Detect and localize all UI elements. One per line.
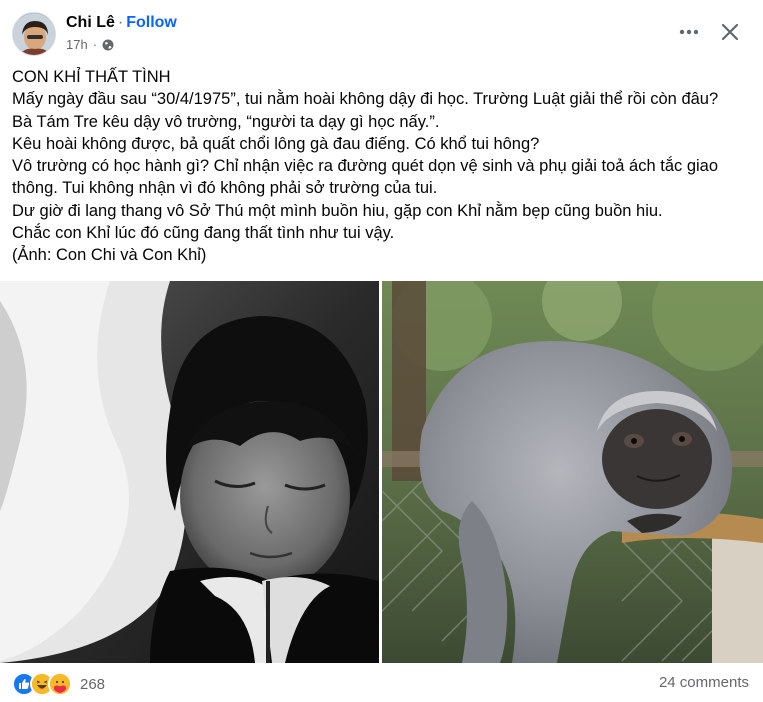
- author-row: Chi Lê · Follow: [66, 13, 177, 33]
- woman-sleeping-image: [0, 281, 379, 663]
- post-title: CON KHỈ THẤT TÌNH: [12, 68, 171, 86]
- post-line: Kêu hoài không được, bả quất chổi lông g…: [12, 134, 540, 153]
- monkey-image: [382, 281, 763, 663]
- more-options-button[interactable]: [676, 20, 702, 44]
- avatar[interactable]: [12, 12, 56, 56]
- comments-count[interactable]: 24 comments: [659, 674, 749, 691]
- globe-icon[interactable]: [102, 39, 114, 51]
- follow-button[interactable]: Follow: [126, 14, 177, 31]
- photo-caption: (Ảnh: Con Chi và Con Khỉ): [12, 246, 207, 265]
- post-line: Dư giờ đi lang thang vô Sở Thú một mình …: [12, 201, 663, 220]
- post-line: Chắc con Khỉ lúc đó cũng đang thất tình …: [12, 224, 395, 243]
- post-line: Mấy ngày đầu sau “30/4/1975”, tui nằm ho…: [12, 90, 719, 109]
- more-horizontal-icon: [679, 29, 699, 35]
- close-icon: [721, 23, 739, 41]
- author-name[interactable]: Chi Lê: [66, 14, 115, 31]
- post-text: CON KHỈ THẤT TÌNH Mấy ngày đầu sau “30/4…: [12, 66, 757, 267]
- post-line: Bà Tám Tre kêu dậy vô trường, “người ta …: [12, 112, 440, 131]
- care-icon: [48, 672, 72, 696]
- facebook-post: Chi Lê · Follow 17h · CON KHỈ THẤT TÌNH Mấ…: [0, 0, 763, 702]
- post-meta: 17h ·: [66, 37, 114, 52]
- separator-dot: ·: [117, 14, 124, 31]
- photo-woman-sleeping[interactable]: [0, 281, 379, 663]
- post-time[interactable]: 17h: [66, 37, 88, 52]
- post-line: Vô trường có học hành gì? Chỉ nhận việc …: [12, 157, 719, 176]
- photo-monkey-on-fence[interactable]: [382, 281, 763, 663]
- avatar-image: [13, 13, 55, 55]
- close-button[interactable]: [718, 20, 742, 44]
- reaction-count[interactable]: 268: [80, 676, 105, 693]
- meta-separator-dot: ·: [92, 37, 98, 52]
- post-line: thông. Tui không nhận vì đó không phải s…: [12, 179, 438, 198]
- reactions-summary[interactable]: 268: [12, 672, 105, 696]
